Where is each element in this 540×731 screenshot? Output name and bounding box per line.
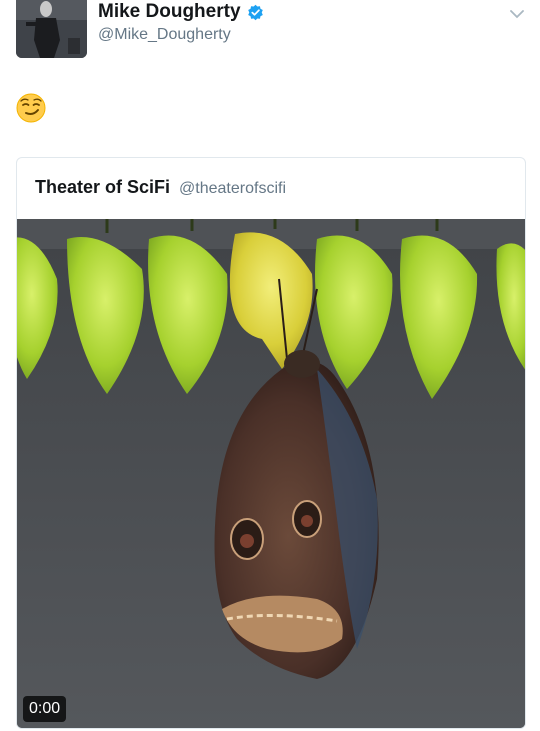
smirk-face-emoji <box>16 93 46 128</box>
avatar[interactable] <box>16 0 87 58</box>
quoted-tweet-header: Theater of SciFi @theaterofscifi <box>35 175 286 201</box>
author-name-row[interactable]: Mike Dougherty <box>98 0 264 24</box>
avatar-image <box>16 0 87 58</box>
author-handle[interactable]: @Mike_Dougherty <box>98 25 231 45</box>
quoted-author-name[interactable]: Theater of SciFi <box>35 177 170 197</box>
quoted-tweet-card[interactable]: Theater of SciFi @theaterofscifi 0:00 <box>16 157 526 729</box>
smirk-face-icon <box>16 93 46 123</box>
butterfly-video-frame <box>17 219 525 728</box>
video-time: 0:00 <box>23 696 67 722</box>
chevron-down-icon <box>510 10 524 19</box>
verified-badge-icon <box>247 4 263 20</box>
author-name[interactable]: Mike Dougherty <box>98 0 241 24</box>
tweet-menu-button[interactable] <box>510 6 524 24</box>
quoted-author-handle[interactable]: @theaterofscifi <box>179 180 286 197</box>
video-player[interactable]: 0:00 <box>17 219 525 728</box>
